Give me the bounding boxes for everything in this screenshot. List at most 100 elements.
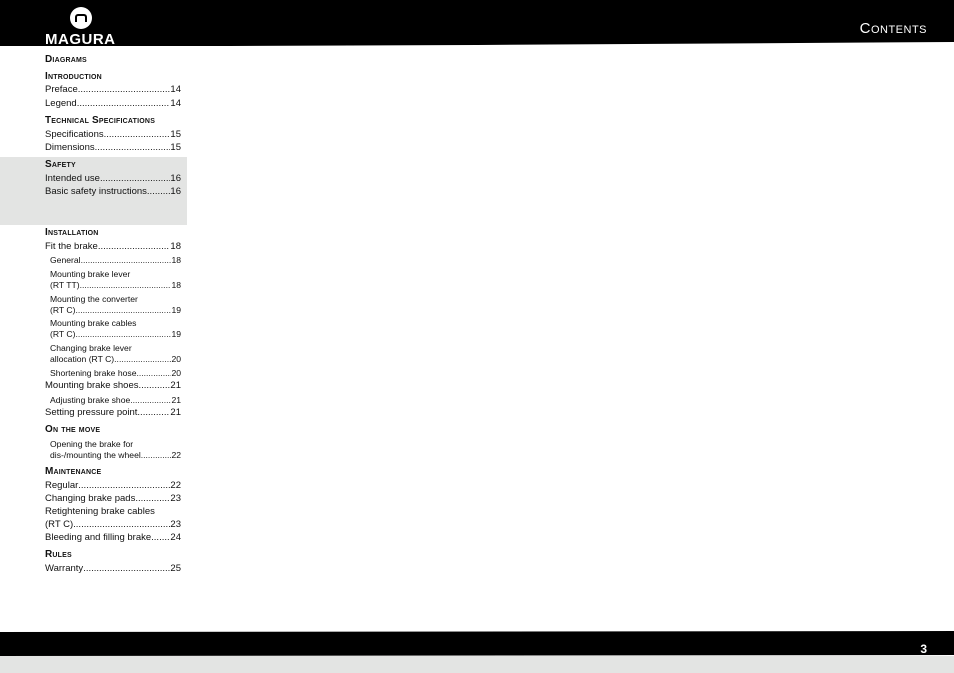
magura-logo-icon xyxy=(70,7,92,29)
toc-section-heading[interactable]: On the move xyxy=(45,424,100,435)
dot-leader xyxy=(100,173,170,186)
toc-page-number: 20 xyxy=(171,368,181,378)
toc-page-number: 18 xyxy=(171,255,181,265)
dot-leader xyxy=(136,368,171,379)
toc-entry[interactable]: Fit the brake 18 xyxy=(45,241,181,254)
toc-entry[interactable]: General 18 xyxy=(50,255,181,266)
toc-entry-label: Fit the brake xyxy=(45,241,98,252)
toc-entry-label: Adjusting brake shoe xyxy=(50,395,131,405)
toc-section-heading[interactable]: Safety xyxy=(45,159,76,170)
toc-page-number: 23 xyxy=(170,493,181,504)
toc-section-heading[interactable]: Diagrams xyxy=(45,54,87,65)
toc-entry[interactable]: Mounting brake shoes 21 xyxy=(45,380,181,393)
toc-entry[interactable]: Mounting brake cables(RT C) 19 xyxy=(50,318,181,340)
logo-text: MAGURA xyxy=(45,31,116,48)
toc-page-number: 24 xyxy=(170,532,181,543)
toc-entry[interactable]: Retightening brake cables(RT C) 23 xyxy=(45,506,181,531)
dot-leader xyxy=(141,450,172,461)
toc-entry-label: Regular xyxy=(45,480,79,491)
toc-entry-label: Setting pressure point xyxy=(45,407,138,418)
page-title: Contents xyxy=(859,20,927,37)
toc-page-number: 14 xyxy=(170,98,181,109)
toc-entry[interactable]: Shortening brake hose 20 xyxy=(50,368,181,379)
toc-entry-label-line: Opening the brake for xyxy=(50,439,134,449)
toc-entry[interactable]: Intended use 16 xyxy=(45,173,181,186)
toc-entry-label: dis-/mounting the wheel xyxy=(50,450,141,460)
toc-entry[interactable]: Changing brake leverallocation (RT C) 20 xyxy=(50,343,181,365)
dot-leader xyxy=(151,532,170,545)
toc-entry-label: Basic safety instructions xyxy=(45,186,147,197)
toc-entry-label: Mounting brake shoes xyxy=(45,380,139,391)
toc-page-number: 22 xyxy=(171,450,181,460)
toc-entry-label: (RT C) xyxy=(50,329,76,339)
dot-leader xyxy=(80,280,172,291)
toc-entry-label: Dimensions xyxy=(45,142,95,153)
header-bar xyxy=(0,0,954,46)
footer-bar xyxy=(0,631,954,656)
toc-entry[interactable]: Adjusting brake shoe 21 xyxy=(50,395,181,406)
toc-section-heading[interactable]: Introduction xyxy=(45,71,102,82)
footer-strip xyxy=(0,656,954,673)
toc-page-number: 21 xyxy=(170,380,181,391)
toc-entry[interactable]: Legend 14 xyxy=(45,98,181,111)
toc-entry-label: Intended use xyxy=(45,173,100,184)
toc-page-number: 20 xyxy=(171,354,181,364)
dot-leader xyxy=(147,186,171,199)
toc-entry-label-line: Mounting the converter xyxy=(50,294,138,304)
toc-section-heading[interactable]: Maintenance xyxy=(45,466,101,477)
toc-entry-label-line: Mounting brake lever xyxy=(50,269,131,279)
toc-entry[interactable]: Mounting brake lever(RT TT) 18 xyxy=(50,269,181,291)
dot-leader xyxy=(114,354,171,365)
toc-entry[interactable]: Dimensions 15 xyxy=(45,142,181,155)
toc-page-number: 16 xyxy=(170,186,181,197)
dot-leader xyxy=(78,84,171,97)
toc-entry-label: (RT C) xyxy=(50,305,76,315)
toc-page-number: 18 xyxy=(171,280,181,290)
dot-leader xyxy=(135,493,170,506)
toc-entry-label: (RT C) xyxy=(45,518,74,530)
toc-page-number: 15 xyxy=(170,142,181,153)
toc-section-heading[interactable]: Installation xyxy=(45,227,99,238)
toc-entry-label: Shortening brake hose xyxy=(50,368,137,378)
toc-section-heading[interactable]: Rules xyxy=(45,549,72,560)
dot-leader xyxy=(83,563,170,576)
toc-entry-label-line: Changing brake lever xyxy=(50,343,132,353)
toc-entry-label: Preface xyxy=(45,84,78,95)
toc-entry[interactable]: Mounting the converter(RT C) 19 xyxy=(50,294,181,316)
dot-leader xyxy=(73,519,170,532)
dot-leader xyxy=(75,329,171,340)
toc-entry[interactable]: Preface 14 xyxy=(45,84,181,97)
dot-leader xyxy=(137,407,170,420)
toc-page-number: 25 xyxy=(170,563,181,574)
toc-entry[interactable]: Bleeding and filling brake 24 xyxy=(45,532,181,545)
toc-entry[interactable]: Warranty 25 xyxy=(45,563,181,576)
dot-leader xyxy=(138,380,170,393)
toc-entry-label: allocation (RT C) xyxy=(50,354,115,364)
dot-leader xyxy=(98,241,171,254)
toc-entry-label: Changing brake pads xyxy=(45,493,136,504)
toc-page-number: 23 xyxy=(170,518,181,530)
toc-section-heading[interactable]: Technical Specifications xyxy=(45,115,155,126)
toc-page-number: 18 xyxy=(170,241,181,252)
toc-entry[interactable]: Setting pressure point 21 xyxy=(45,407,181,420)
toc-entry[interactable]: Basic safety instructions 16 xyxy=(45,186,181,199)
toc-entry[interactable]: Specifications 15 xyxy=(45,129,181,142)
page-number: 3 xyxy=(920,642,927,656)
toc-entry-label: Warranty xyxy=(45,563,84,574)
toc-entry[interactable]: Opening the brake for dis-/mounting the w… xyxy=(50,439,181,461)
dot-leader xyxy=(78,480,170,493)
toc-entry-label: Legend xyxy=(45,98,77,109)
toc-entry[interactable]: Regular 22 xyxy=(45,480,181,493)
toc-page-number: 16 xyxy=(170,173,181,184)
dot-leader xyxy=(77,98,171,111)
dot-leader xyxy=(81,255,172,266)
toc-page-number: 21 xyxy=(171,395,181,405)
toc-page-number: 14 xyxy=(170,84,181,95)
toc-entry[interactable]: Changing brake pads 23 xyxy=(45,493,181,506)
dot-leader xyxy=(95,142,171,155)
toc-page-number: 19 xyxy=(171,305,181,315)
dot-leader xyxy=(104,129,171,142)
toc-page-number: 21 xyxy=(170,407,181,418)
toc-entry-label-line: Retightening brake cables xyxy=(45,506,155,517)
dot-leader xyxy=(130,395,171,406)
